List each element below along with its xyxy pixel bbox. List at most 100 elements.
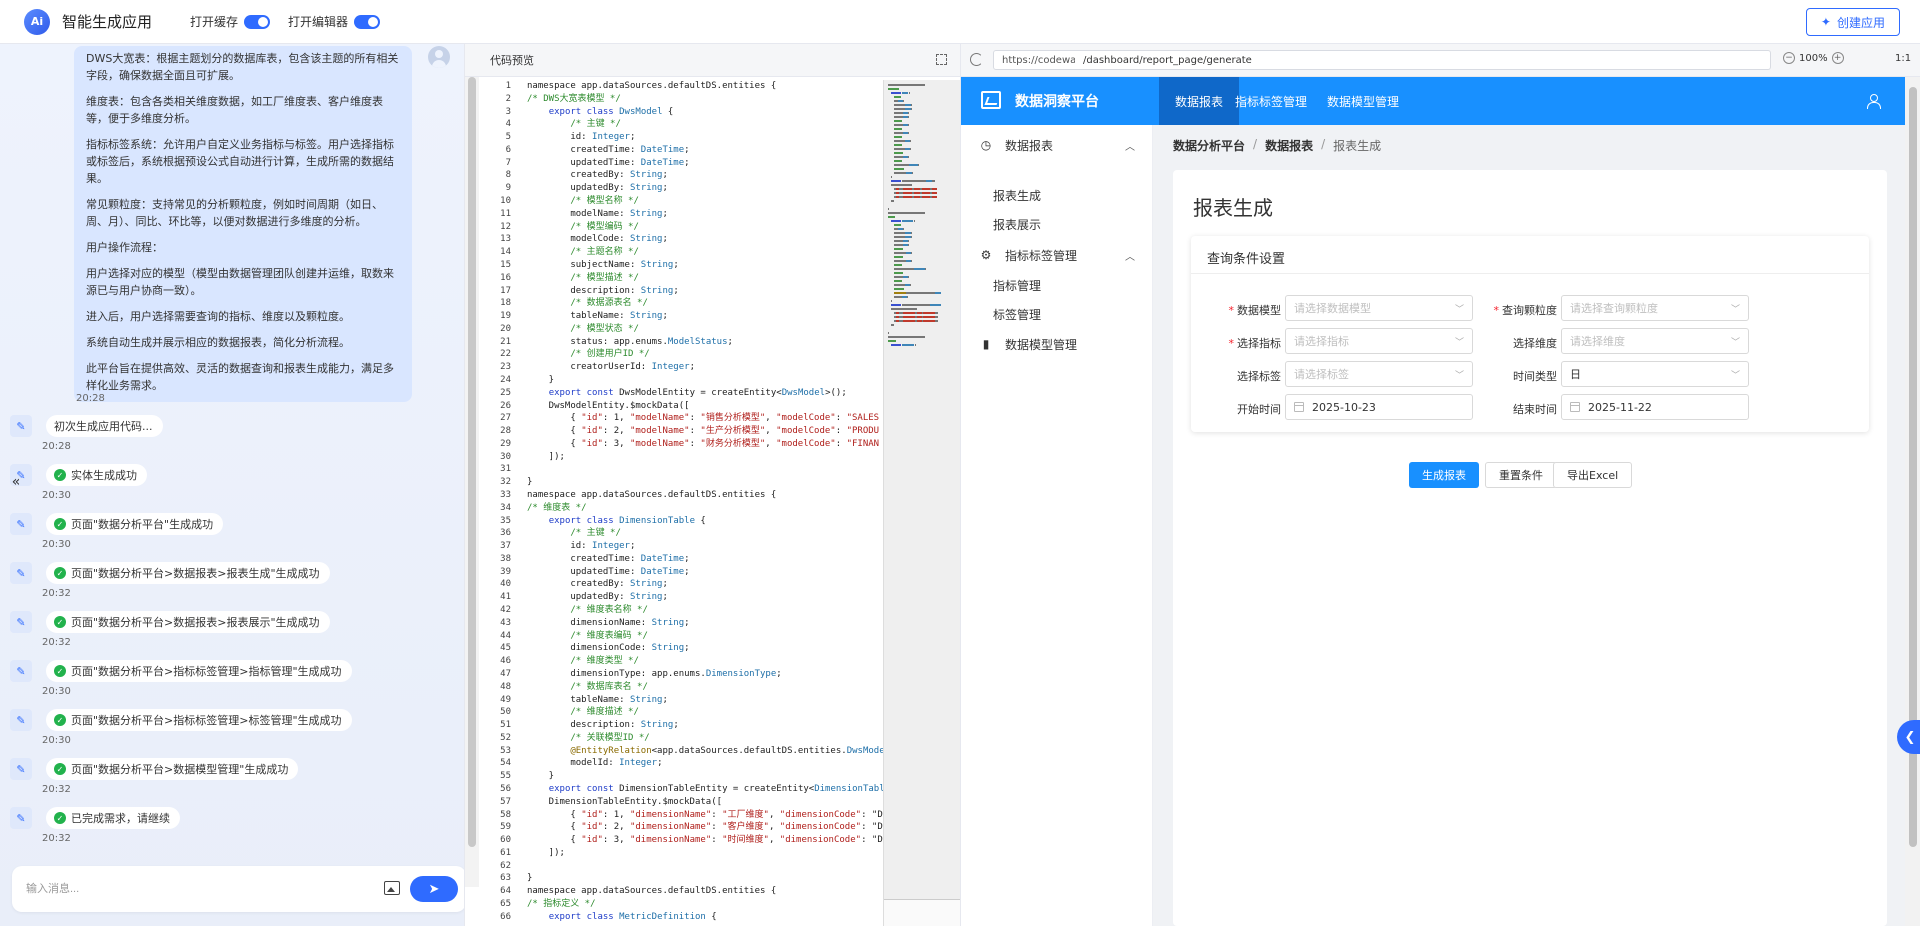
line-number: 30 xyxy=(500,451,511,462)
minimap-viewport[interactable] xyxy=(884,80,961,900)
minimap-line xyxy=(891,92,901,94)
line-number: 25 xyxy=(500,387,511,398)
code-line: } xyxy=(527,477,533,488)
menu-group-reports[interactable]: ◷ 数据报表 ︿ xyxy=(961,127,1153,163)
dimension-select[interactable]: 请选择维度 ﹀ xyxy=(1561,328,1749,354)
send-icon: ➤ xyxy=(428,881,440,897)
minimap-line xyxy=(903,192,912,194)
minimap-line xyxy=(901,304,931,306)
menu-item-report-generate[interactable]: 报表生成 xyxy=(993,187,1041,204)
image-upload-icon[interactable] xyxy=(384,881,400,895)
model-select[interactable]: 请选择数据模型 ﹀ xyxy=(1285,295,1473,321)
code-line: dimensionName: String; xyxy=(527,617,690,628)
minimap-line xyxy=(894,284,905,286)
export-excel-button[interactable]: 导出Excel xyxy=(1553,462,1633,488)
line-number: 28 xyxy=(500,426,511,437)
tag-select[interactable]: 请选择标签 ﹀ xyxy=(1285,361,1473,387)
code-line: } xyxy=(527,374,555,385)
reload-icon[interactable] xyxy=(970,53,983,66)
minimap-line xyxy=(914,268,925,270)
code-line: /* 创建用户ID */ xyxy=(527,349,650,360)
minimap-line xyxy=(894,288,904,290)
code-line: /* 维度表 */ xyxy=(527,502,587,513)
preview-scrollbar[interactable] xyxy=(1905,77,1920,926)
line-number: 33 xyxy=(500,490,511,500)
line-number: 26 xyxy=(500,400,511,411)
end-date-picker[interactable]: 2025-11-22 xyxy=(1561,394,1749,420)
start-time-label: 开始时间 xyxy=(1237,403,1281,416)
code-line: /* 数据源表名 */ xyxy=(527,298,648,309)
nav-metric-tags[interactable]: 指标标签管理 xyxy=(1219,77,1323,125)
line-number: 62 xyxy=(500,860,511,871)
line-number: 21 xyxy=(500,336,511,347)
create-app-button[interactable]: ✦ 创建应用 xyxy=(1805,8,1900,36)
start-date-picker[interactable]: 2025-10-23 xyxy=(1285,394,1473,420)
zoom-in-icon[interactable]: + xyxy=(1831,52,1844,64)
code-scrollbar[interactable] xyxy=(465,77,479,887)
code-line: export class DwsModel { xyxy=(548,106,674,117)
user-icon[interactable] xyxy=(1867,94,1881,109)
code-minimap[interactable] xyxy=(883,80,961,926)
url-path-input[interactable]: /dashboard/report_page/generate xyxy=(1075,50,1771,70)
minimap-line xyxy=(903,196,912,198)
breadcrumb-item[interactable]: 数据分析平台 xyxy=(1173,137,1245,154)
breadcrumb-separator: / xyxy=(1253,137,1258,151)
minimap-line xyxy=(894,264,903,266)
reset-button[interactable]: 重置条件 xyxy=(1485,462,1557,488)
generate-report-button[interactable]: 生成报表 xyxy=(1409,462,1479,488)
minimap-line xyxy=(935,292,941,294)
model-label: * 数据模型 xyxy=(1228,304,1282,317)
breadcrumb-item[interactable]: 数据报表 xyxy=(1265,137,1313,154)
menu-group-data-models[interactable]: ▮ 数据模型管理 xyxy=(961,326,1153,362)
user-message-paragraph: 常见颗粒度：支持常见的分析颗粒度，例如时间周期（如日、周、月）、同比、环比等，以… xyxy=(86,198,383,228)
code-line: dimensionType: app.enums.DimensionType; xyxy=(527,668,782,679)
bot-message-text: ✓ 实体生成成功 xyxy=(46,464,147,486)
bot-message: ✎ 初次生成应用代码... xyxy=(10,414,163,438)
code-line: ]); xyxy=(527,847,565,858)
minimap-line xyxy=(921,188,931,190)
minimap-line xyxy=(891,200,894,202)
code-preview-title: 代码预览 xyxy=(490,54,534,67)
bot-message-text: ✓ 页面"数据分析平台>指标标签管理>标签管理"生成成功 xyxy=(46,709,352,731)
top-bar: Ai 智能生成应用 打开缓存 打开编辑器 ✦ 创建应用 xyxy=(0,0,1920,44)
minimap-line xyxy=(888,216,896,218)
line-number: 22 xyxy=(500,349,511,360)
menu-item-metrics[interactable]: 指标管理 xyxy=(993,277,1041,294)
gear-icon: ⚙ xyxy=(980,248,992,262)
menu-group-metric-tags[interactable]: ⚙ 指标标签管理 ︿ xyxy=(961,237,1153,273)
time-type-select[interactable]: 日 ﹀ xyxy=(1561,361,1749,387)
code-line: @EntityRelation<app.dataSources.defaultD… xyxy=(527,745,885,756)
code-line: } xyxy=(527,873,533,884)
aspect-ratio-toggle[interactable]: 1:1 xyxy=(1895,53,1911,64)
granularity-select[interactable]: 请选择查询颗粒度 ﹀ xyxy=(1561,295,1749,321)
menu-item-report-view[interactable]: 报表展示 xyxy=(993,216,1041,233)
send-button[interactable]: ➤ xyxy=(410,876,458,902)
code-line: /* 维度类型 */ xyxy=(527,656,639,667)
minimap-line xyxy=(888,208,889,210)
minimap-line xyxy=(891,300,892,302)
magic-wand-icon: ✎ xyxy=(10,562,32,584)
minimap-line xyxy=(894,272,904,274)
line-number: 37 xyxy=(500,541,511,552)
fullscreen-icon[interactable] xyxy=(936,54,947,65)
chat-history[interactable]: DWS大宽表：根据主题划分的数据库表，包含该主题的所有相关字段，确保数据全面且可… xyxy=(0,44,464,854)
editor-toggle-switch[interactable] xyxy=(354,14,381,29)
menu-item-tags[interactable]: 标签管理 xyxy=(993,306,1041,323)
minimap-line xyxy=(912,172,913,174)
zoom-out-icon[interactable]: − xyxy=(1783,52,1795,64)
bot-message-label: 页面"数据分析平台>指标标签管理>标签管理"生成成功 xyxy=(71,714,342,727)
code-line: tableName: String; xyxy=(527,694,668,705)
code-editor[interactable]: namespace app.dataSources.defaultDS.enti… xyxy=(527,80,893,924)
minimap-line xyxy=(903,316,916,318)
code-scrollbar-thumb[interactable] xyxy=(468,77,476,847)
cache-toggle-switch[interactable] xyxy=(244,14,271,29)
code-line: export class DimensionTable { xyxy=(548,515,706,526)
minimap-line xyxy=(903,100,904,102)
collapse-chat-icon[interactable]: « xyxy=(6,472,26,492)
bot-message-label: 页面"数据分析平台"生成成功 xyxy=(71,518,214,531)
nav-data-models[interactable]: 数据模型管理 xyxy=(1311,77,1415,125)
metric-select[interactable]: 请选择指标 ﹀ xyxy=(1285,328,1473,354)
chat-message-input[interactable] xyxy=(26,879,366,899)
minimap-line xyxy=(909,284,911,286)
line-number: 56 xyxy=(500,783,511,794)
